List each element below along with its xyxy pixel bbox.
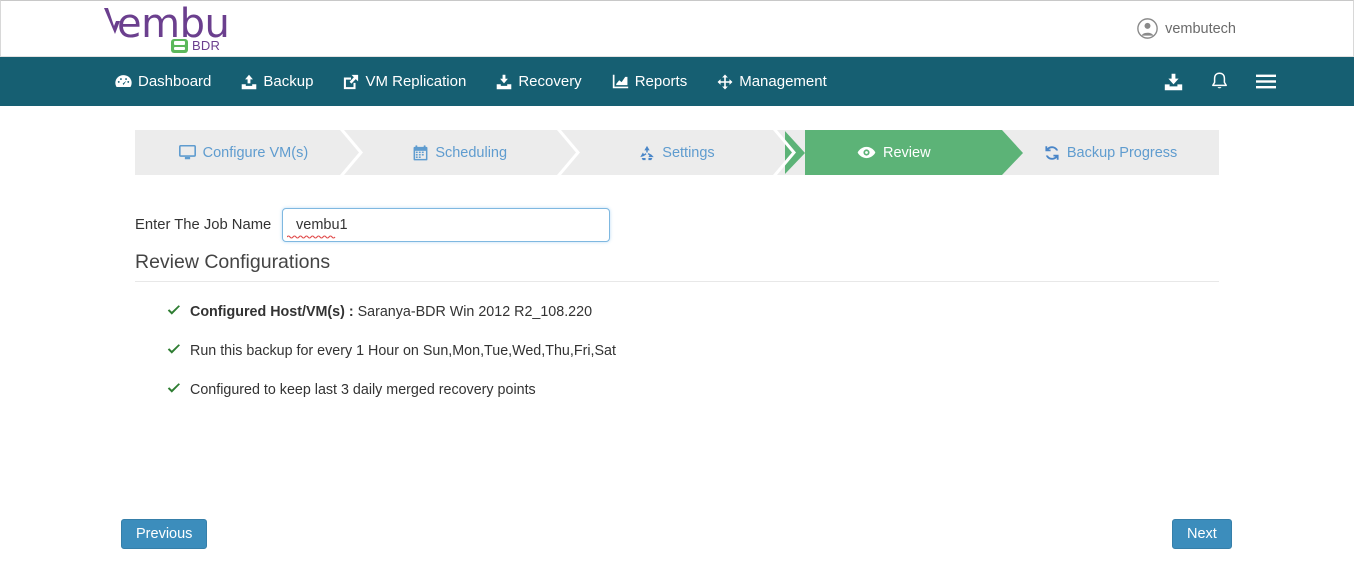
nav-item-vm-replication[interactable]: VM Replication <box>328 57 481 106</box>
hamburger-menu-icon[interactable] <box>1256 74 1276 89</box>
wizard-step-review[interactable]: Review <box>784 130 1023 175</box>
nav-item-reports[interactable]: Reports <box>597 57 703 106</box>
wizard-step-scheduling[interactable]: Scheduling <box>352 130 580 175</box>
server-icon <box>171 38 188 53</box>
nav-item-dashboard[interactable]: Dashboard <box>100 57 226 106</box>
review-list-item: Configured to keep last 3 daily merged r… <box>167 380 1167 419</box>
eye-icon <box>857 146 876 159</box>
nav-label: Recovery <box>518 73 582 90</box>
calendar-icon <box>413 144 428 160</box>
next-button[interactable]: Next <box>1172 519 1232 549</box>
chart-line-icon <box>612 74 628 89</box>
wizard-step-settings[interactable]: Settings <box>569 130 797 175</box>
job-name-label: Enter The Job Name <box>135 217 272 233</box>
recycle-icon <box>640 145 655 160</box>
review-item-text: Run this backup for every 1 Hour on Sun,… <box>190 341 616 361</box>
wizard-step-label: Configure VM(s) <box>202 144 309 161</box>
logo-bdr-badge-group: BDR <box>171 38 220 53</box>
desktop-icon <box>178 145 196 160</box>
wizard-step-backup-progress[interactable]: Backup Progress <box>1002 130 1219 175</box>
external-link-icon <box>344 74 359 89</box>
download-icon <box>497 74 512 89</box>
download-icon[interactable] <box>1164 73 1183 91</box>
nav-label: Reports <box>634 73 688 90</box>
review-item-text: Configured to keep last 3 daily merged r… <box>190 380 536 400</box>
dashboard-icon <box>115 75 132 88</box>
nav-label: VM Replication <box>365 73 467 90</box>
page-header: embu BDR vembutech <box>0 0 1354 57</box>
job-name-row: Enter The Job Name <box>135 208 610 242</box>
nav-label: Dashboard <box>138 73 212 90</box>
wizard-step-label: Settings <box>662 144 715 161</box>
review-list-item: Configured Host/VM(s) : Saranya-BDR Win … <box>167 302 1167 341</box>
review-item-value: Configured to keep last 3 daily merged r… <box>190 382 536 398</box>
previous-button[interactable]: Previous <box>121 519 208 549</box>
check-icon <box>167 383 180 393</box>
review-item-text: Configured Host/VM(s) : Saranya-BDR Win … <box>190 302 592 322</box>
nav-label: Management <box>739 73 827 90</box>
review-item-value: Run this backup for every 1 Hour on Sun,… <box>190 343 616 359</box>
review-list-item: Run this backup for every 1 Hour on Sun,… <box>167 341 1167 380</box>
nav-label: Backup <box>263 73 314 90</box>
review-configuration-list: Configured Host/VM(s) : Saranya-BDR Win … <box>167 302 1167 419</box>
check-icon <box>167 305 180 315</box>
nav-item-management[interactable]: Management <box>702 57 842 106</box>
compress-arrows-icon <box>717 74 733 89</box>
user-circle-icon <box>1137 18 1158 39</box>
page-root: embu BDR vembutech Dashboard Backup VM R… <box>0 0 1354 572</box>
refresh-icon <box>1045 145 1059 160</box>
user-menu[interactable]: vembutech <box>1137 18 1236 39</box>
review-item-value: Saranya-BDR Win 2012 R2_108.220 <box>357 304 593 320</box>
wizard-step-label: Review <box>883 144 931 161</box>
upload-icon <box>242 74 257 89</box>
vembu-logo[interactable]: embu BDR <box>101 1 281 55</box>
section-divider <box>135 281 1219 282</box>
bell-icon[interactable] <box>1211 72 1228 91</box>
check-icon <box>167 344 180 354</box>
review-item-bold-prefix: Configured Host/VM(s) : <box>190 304 358 320</box>
logo-bdr-label: BDR <box>192 38 221 53</box>
main-navbar: Dashboard Backup VM Replication Recovery… <box>0 57 1354 106</box>
navbar-right-icons <box>1164 57 1276 106</box>
nav-item-recovery[interactable]: Recovery <box>481 57 596 106</box>
wizard-step-label: Scheduling <box>435 144 508 161</box>
nav-item-backup[interactable]: Backup <box>226 57 328 106</box>
wizard-step-label: Backup Progress <box>1066 144 1178 161</box>
wizard-steps: Configure VM(s) Scheduling Settings Revi… <box>135 130 1219 175</box>
job-name-input[interactable] <box>282 208 610 242</box>
review-section-title: Review Configurations <box>135 251 331 273</box>
user-name-label: vembutech <box>1165 20 1236 37</box>
wizard-step-configure-vms[interactable]: Configure VM(s) <box>135 130 363 175</box>
nav-item-list: Dashboard Backup VM Replication Recovery… <box>100 57 842 106</box>
